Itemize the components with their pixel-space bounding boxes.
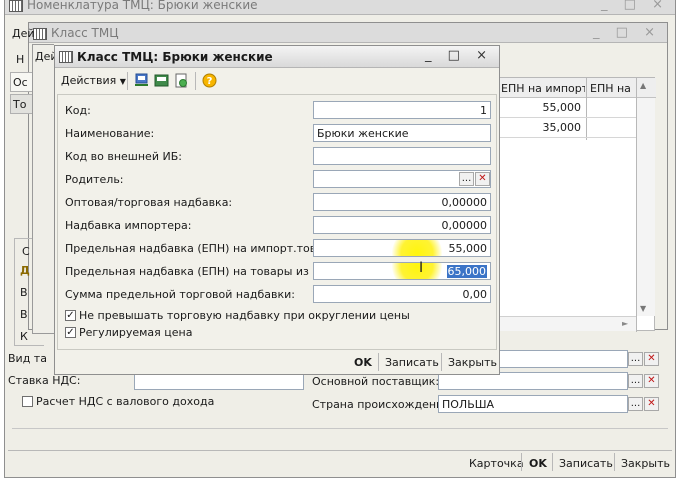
nomenclature-titlebar[interactable]: Номенклатура ТМЦ: Брюки женские _ □ × [5, 0, 675, 15]
column-header-epn-import[interactable]: ЕПН на импорт. ... [501, 82, 585, 95]
window-app-icon [59, 51, 73, 63]
selected-value: 65,000 [446, 265, 487, 278]
parent-label: Родитель: [65, 173, 124, 186]
window-controls[interactable]: _ □ × [601, 0, 669, 12]
clear-x-icon[interactable]: ✕ [644, 397, 659, 411]
column-header-epn-rb[interactable]: ЕПН на т [590, 82, 632, 95]
close-button[interactable]: Закрыть [621, 457, 670, 470]
third-window-clip [32, 44, 54, 334]
save-button[interactable]: Записать [559, 457, 613, 470]
importer-markup-label: Надбавка импортера: [65, 219, 192, 232]
wholesale-markup-input[interactable]: 0,00000 [313, 193, 491, 211]
text-cursor-icon: I [419, 260, 424, 276]
no-exceed-label: Не превышать торговую надбавку при округ… [79, 309, 410, 322]
limit-sum-input[interactable]: 0,00 [313, 285, 491, 303]
horizontal-scrollbar[interactable] [498, 316, 636, 331]
calc-nds-checkbox[interactable] [22, 396, 33, 407]
dropdown-arrow-icon: ▼ [119, 77, 126, 86]
code-label: Код: [65, 104, 91, 117]
scroll-right-arrow-icon[interactable]: ► [622, 319, 628, 328]
external-code-label: Код во внешней ИБ: [65, 150, 182, 163]
dialog-save-button[interactable]: Записать [385, 356, 439, 369]
no-exceed-checkbox[interactable]: ✓ [65, 310, 76, 321]
window-app-icon [33, 28, 47, 40]
class-actions-clip[interactable]: Дей [12, 27, 35, 40]
window-controls[interactable]: _ □ × [593, 25, 661, 40]
dialog-titlebar[interactable]: Класс ТМЦ: Брюки женские _ □ × [55, 46, 499, 68]
external-code-input[interactable] [313, 147, 491, 165]
vertical-scrollbar[interactable] [637, 98, 655, 316]
limit-sum-label: Сумма предельной торговой надбавки: [65, 288, 295, 301]
svg-text:?: ? [207, 76, 213, 87]
importer-markup-input[interactable]: 0,00000 [313, 216, 491, 234]
save-icon[interactable] [153, 72, 170, 89]
cursor-highlight [392, 263, 442, 279]
select-button[interactable]: ... [628, 374, 643, 388]
dialog-ok-button[interactable]: OK [354, 356, 372, 369]
select-button[interactable]: ... [628, 397, 643, 411]
card-button[interactable]: Карточка [469, 457, 524, 470]
help-icon[interactable]: ? [201, 72, 218, 89]
clear-x-icon[interactable]: ✕ [644, 352, 659, 366]
reread-icon[interactable] [173, 72, 190, 89]
scroll-up-arrow-icon[interactable]: ▲ [640, 81, 646, 90]
nomenclature-title: Номенклатура ТМЦ: Брюки женские [27, 0, 258, 12]
dialog-close-button[interactable]: Закрыть [448, 356, 497, 369]
name-input[interactable]: Брюки женские [313, 124, 491, 142]
clear-x-icon[interactable]: ✕ [644, 374, 659, 388]
table-row[interactable]: 35,000 [498, 118, 636, 138]
wholesale-markup-label: Оптовая/торговая надбавка: [65, 196, 233, 209]
bottom-separator [12, 428, 668, 448]
calc-nds-label: Расчет НДС с валового дохода [36, 395, 215, 408]
origin-field[interactable]: ПОЛЬША [438, 395, 628, 413]
origin-label: Страна происхождения: [312, 398, 454, 411]
regulated-price-checkbox[interactable]: ✓ [65, 327, 76, 338]
table-row[interactable]: 55,000 [498, 98, 636, 118]
window-controls[interactable]: _ □ × [425, 48, 493, 63]
clear-x-icon[interactable]: ✕ [475, 172, 490, 186]
select-button[interactable]: ... [628, 352, 643, 366]
actions-menu[interactable]: Действия ▼ [61, 74, 126, 87]
dialog-title: Класс ТМЦ: Брюки женские [77, 50, 273, 64]
cursor-highlight [392, 240, 442, 256]
code-input[interactable]: 1 [313, 101, 491, 119]
select-button[interactable]: ... [459, 172, 474, 186]
class-title: Класс ТМЦ [51, 26, 119, 40]
name-label: Наименование: [65, 127, 155, 140]
class-item-dialog: Класс ТМЦ: Брюки женские _ □ × Действия … [54, 45, 500, 375]
epn-rb-label: Предельная надбавка (ЕПН) на товары из Р… [65, 265, 331, 278]
epn-import-label: Предельная надбавка (ЕПН) на импорт.това… [65, 242, 343, 255]
epn-import-input[interactable]: 55,000 [313, 239, 491, 257]
class-titlebar[interactable]: Класс ТМЦ _ □ × [29, 23, 667, 43]
regulated-price-label: Регулируемая цена [79, 326, 193, 339]
vid-label: Вид та [8, 352, 47, 365]
scroll-down-arrow-icon[interactable]: ▼ [640, 304, 646, 313]
save-and-close-icon[interactable] [133, 72, 150, 89]
class-table[interactable]: ЕПН на импорт. ... ЕПН на т ▲ 55,000 35,… [497, 77, 656, 332]
class-name-clip: Н [16, 53, 25, 66]
ok-button[interactable]: OK [529, 457, 547, 470]
epn-rb-input[interactable]: 65,000 [313, 262, 491, 280]
nds-label: Ставка НДС: [8, 374, 81, 387]
window-app-icon [9, 0, 23, 12]
supplier-label: Основной поставщик: [312, 375, 440, 388]
